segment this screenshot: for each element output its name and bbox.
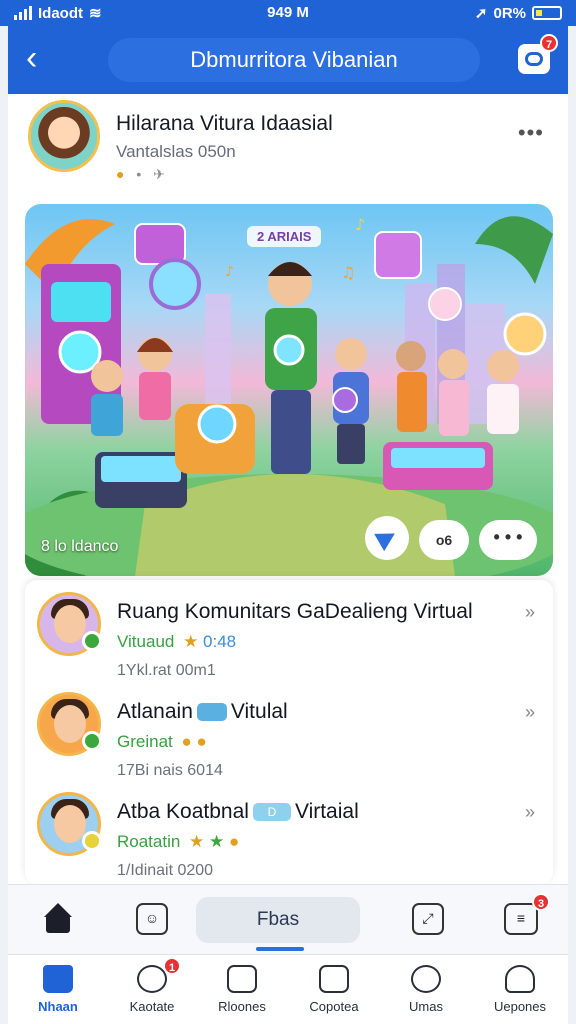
dot-icon: • bbox=[136, 166, 146, 182]
avatar bbox=[37, 592, 102, 656]
status-bar: Idaodt ≋ 949 M ➚ 0R% bbox=[0, 0, 576, 26]
battery-icon bbox=[532, 6, 562, 20]
nav-item-print[interactable]: Copotea bbox=[294, 961, 374, 1021]
hero-tag: 2 ARIAIS bbox=[247, 226, 322, 247]
hero-more-button[interactable]: • • • bbox=[479, 520, 537, 560]
list-item-subtitle-text: Greinat bbox=[117, 732, 173, 751]
list-item-meta: 1/Idinait 0200 bbox=[117, 862, 214, 879]
chat-bubble-shape bbox=[525, 52, 543, 66]
home-icon[interactable] bbox=[42, 903, 74, 935]
list-item[interactable]: Ruang Komunitars GaDealieng Virtual Vitu… bbox=[25, 580, 553, 680]
message-badge: 3 bbox=[532, 893, 550, 911]
list-item-subtitle: Greinat ● ● bbox=[117, 732, 207, 752]
calendar-icon bbox=[227, 965, 257, 993]
header-title: Dbmurritora Vibanian bbox=[108, 38, 480, 82]
notification-badge: 7 bbox=[540, 34, 558, 52]
heart-icon bbox=[411, 965, 441, 993]
home-icon bbox=[43, 965, 73, 993]
online-status-icon bbox=[82, 631, 102, 651]
list-item-extra: 0:48 bbox=[203, 632, 237, 651]
more-dots-icon[interactable]: ••• bbox=[518, 120, 544, 146]
list-item-title-text: Atba Koatbnal bbox=[117, 800, 249, 823]
owner-subtitle: Vantalslas 050n bbox=[116, 142, 236, 161]
hero-image[interactable]: ♪ ♫ ♪ 2 ARIAIS 8 lo ldanco o6 • • • bbox=[25, 204, 553, 576]
owner-name[interactable]: Hilarana Vitura Idaasial bbox=[116, 112, 333, 136]
chat-bubble-icon[interactable]: 7 bbox=[518, 34, 558, 74]
nav-item-calendar[interactable]: Rloones bbox=[202, 961, 282, 1021]
list-item-title-suffix: Vitulal bbox=[230, 700, 288, 723]
list-item-subtitle-text: Vituaud bbox=[117, 632, 175, 651]
nav-item-favorites[interactable]: Umas bbox=[386, 961, 466, 1021]
list-item-subtitle-text: Roatatin bbox=[117, 832, 181, 851]
battery-percent: 0R% bbox=[493, 4, 526, 22]
online-status-icon bbox=[82, 731, 102, 751]
hero-illustration: ♪ ♫ ♪ bbox=[25, 215, 553, 576]
action-bar: ☺ Fbas ⤢ ≡ 3 bbox=[8, 884, 568, 954]
list-item[interactable]: Atlanain Vitulal Greinat ● ● 17Bi nais 60… bbox=[25, 680, 553, 780]
online-status-icon bbox=[82, 831, 102, 851]
nav-item-chat[interactable]: 1 Kaotate bbox=[112, 957, 192, 1021]
nav-badge: 1 bbox=[163, 957, 181, 975]
list-item-meta: 17Bi nais 6014 bbox=[117, 762, 223, 779]
app-header: ‹ Dbmurritora Vibanian 7 bbox=[8, 26, 568, 94]
video-tag-icon: D bbox=[252, 803, 291, 822]
owner-avatar[interactable] bbox=[28, 100, 100, 172]
nav-label: Copotea bbox=[309, 999, 359, 1014]
location-icon: ➚ bbox=[474, 5, 488, 22]
medal-icon: ● ● bbox=[176, 732, 207, 751]
nav-label: Umas bbox=[409, 999, 443, 1014]
avatar-face bbox=[54, 805, 86, 843]
chat-bubble-icon: 1 bbox=[137, 957, 181, 993]
nav-item-profile[interactable]: Uepones bbox=[480, 961, 560, 1021]
share-send-icon[interactable] bbox=[365, 516, 409, 560]
list-item-title: Atba Koatbnal D Virtaial bbox=[117, 800, 359, 824]
list-item-subtitle: Roatatin ★ ★ ● bbox=[117, 832, 239, 852]
svg-text:♪: ♪ bbox=[225, 264, 234, 280]
chevron-right-icon[interactable]: » bbox=[525, 602, 535, 623]
star-icon: ★ bbox=[178, 632, 204, 651]
nav-label: Kaotate bbox=[129, 999, 175, 1014]
message-icon[interactable]: ≡ 3 bbox=[504, 893, 550, 935]
bottom-nav: Nhaan 1 Kaotate Rloones Copotea Umas Uep… bbox=[8, 954, 568, 1024]
avatar bbox=[37, 792, 102, 856]
main-content: Hilarana Vitura Idaasial Vantalslas 050n… bbox=[8, 94, 568, 884]
pin-icon: ✈ bbox=[153, 166, 169, 182]
owner-reaction-icons: ● • ✈ bbox=[116, 166, 169, 183]
list-item-meta: 1Ykl.rat 00m1 bbox=[117, 662, 216, 679]
star-icon: ★ ★ ● bbox=[184, 832, 240, 851]
svg-text:♪: ♪ bbox=[355, 215, 365, 234]
avatar-face bbox=[54, 605, 86, 643]
printer-icon bbox=[319, 965, 349, 993]
chevron-right-icon[interactable]: » bbox=[525, 802, 535, 823]
hero-reaction-button[interactable]: o6 bbox=[419, 520, 469, 560]
avatar bbox=[37, 692, 102, 756]
video-tag-icon bbox=[196, 703, 227, 722]
user-icon bbox=[505, 965, 535, 993]
nav-item-home[interactable]: Nhaan bbox=[18, 961, 98, 1021]
svg-text:♫: ♫ bbox=[341, 263, 355, 282]
action-pill-button[interactable]: Fbas bbox=[196, 897, 360, 951]
list-item-title: Ruang Komunitars GaDealieng Virtual bbox=[117, 600, 473, 623]
list-item-subtitle: Vituaud ★ 0:48 bbox=[117, 632, 236, 652]
avatar-face bbox=[54, 705, 86, 743]
community-list: Ruang Komunitars GaDealieng Virtual Vitu… bbox=[25, 580, 553, 884]
nav-label: Rloones bbox=[218, 999, 266, 1014]
expand-icon[interactable]: ⤢ bbox=[412, 903, 444, 935]
status-right: ➚ 0R% bbox=[475, 4, 562, 22]
list-item-title-suffix: Virtaial bbox=[294, 800, 359, 823]
sun-icon: ● bbox=[116, 166, 129, 182]
nav-label: Uepones bbox=[493, 999, 547, 1014]
list-item[interactable]: Atba Koatbnal D Virtaial Roatatin ★ ★ ● 1/… bbox=[25, 780, 553, 880]
chevron-right-icon[interactable]: » bbox=[525, 702, 535, 723]
nav-label: Nhaan bbox=[38, 999, 78, 1014]
chat-face-icon[interactable]: ☺ bbox=[136, 903, 168, 935]
hero-caption: 8 lo ldanco bbox=[41, 538, 119, 555]
back-arrow-icon[interactable]: ‹ bbox=[26, 40, 66, 80]
list-item-title-text: Atlanain bbox=[117, 700, 193, 723]
list-item-title: Atlanain Vitulal bbox=[117, 700, 288, 724]
